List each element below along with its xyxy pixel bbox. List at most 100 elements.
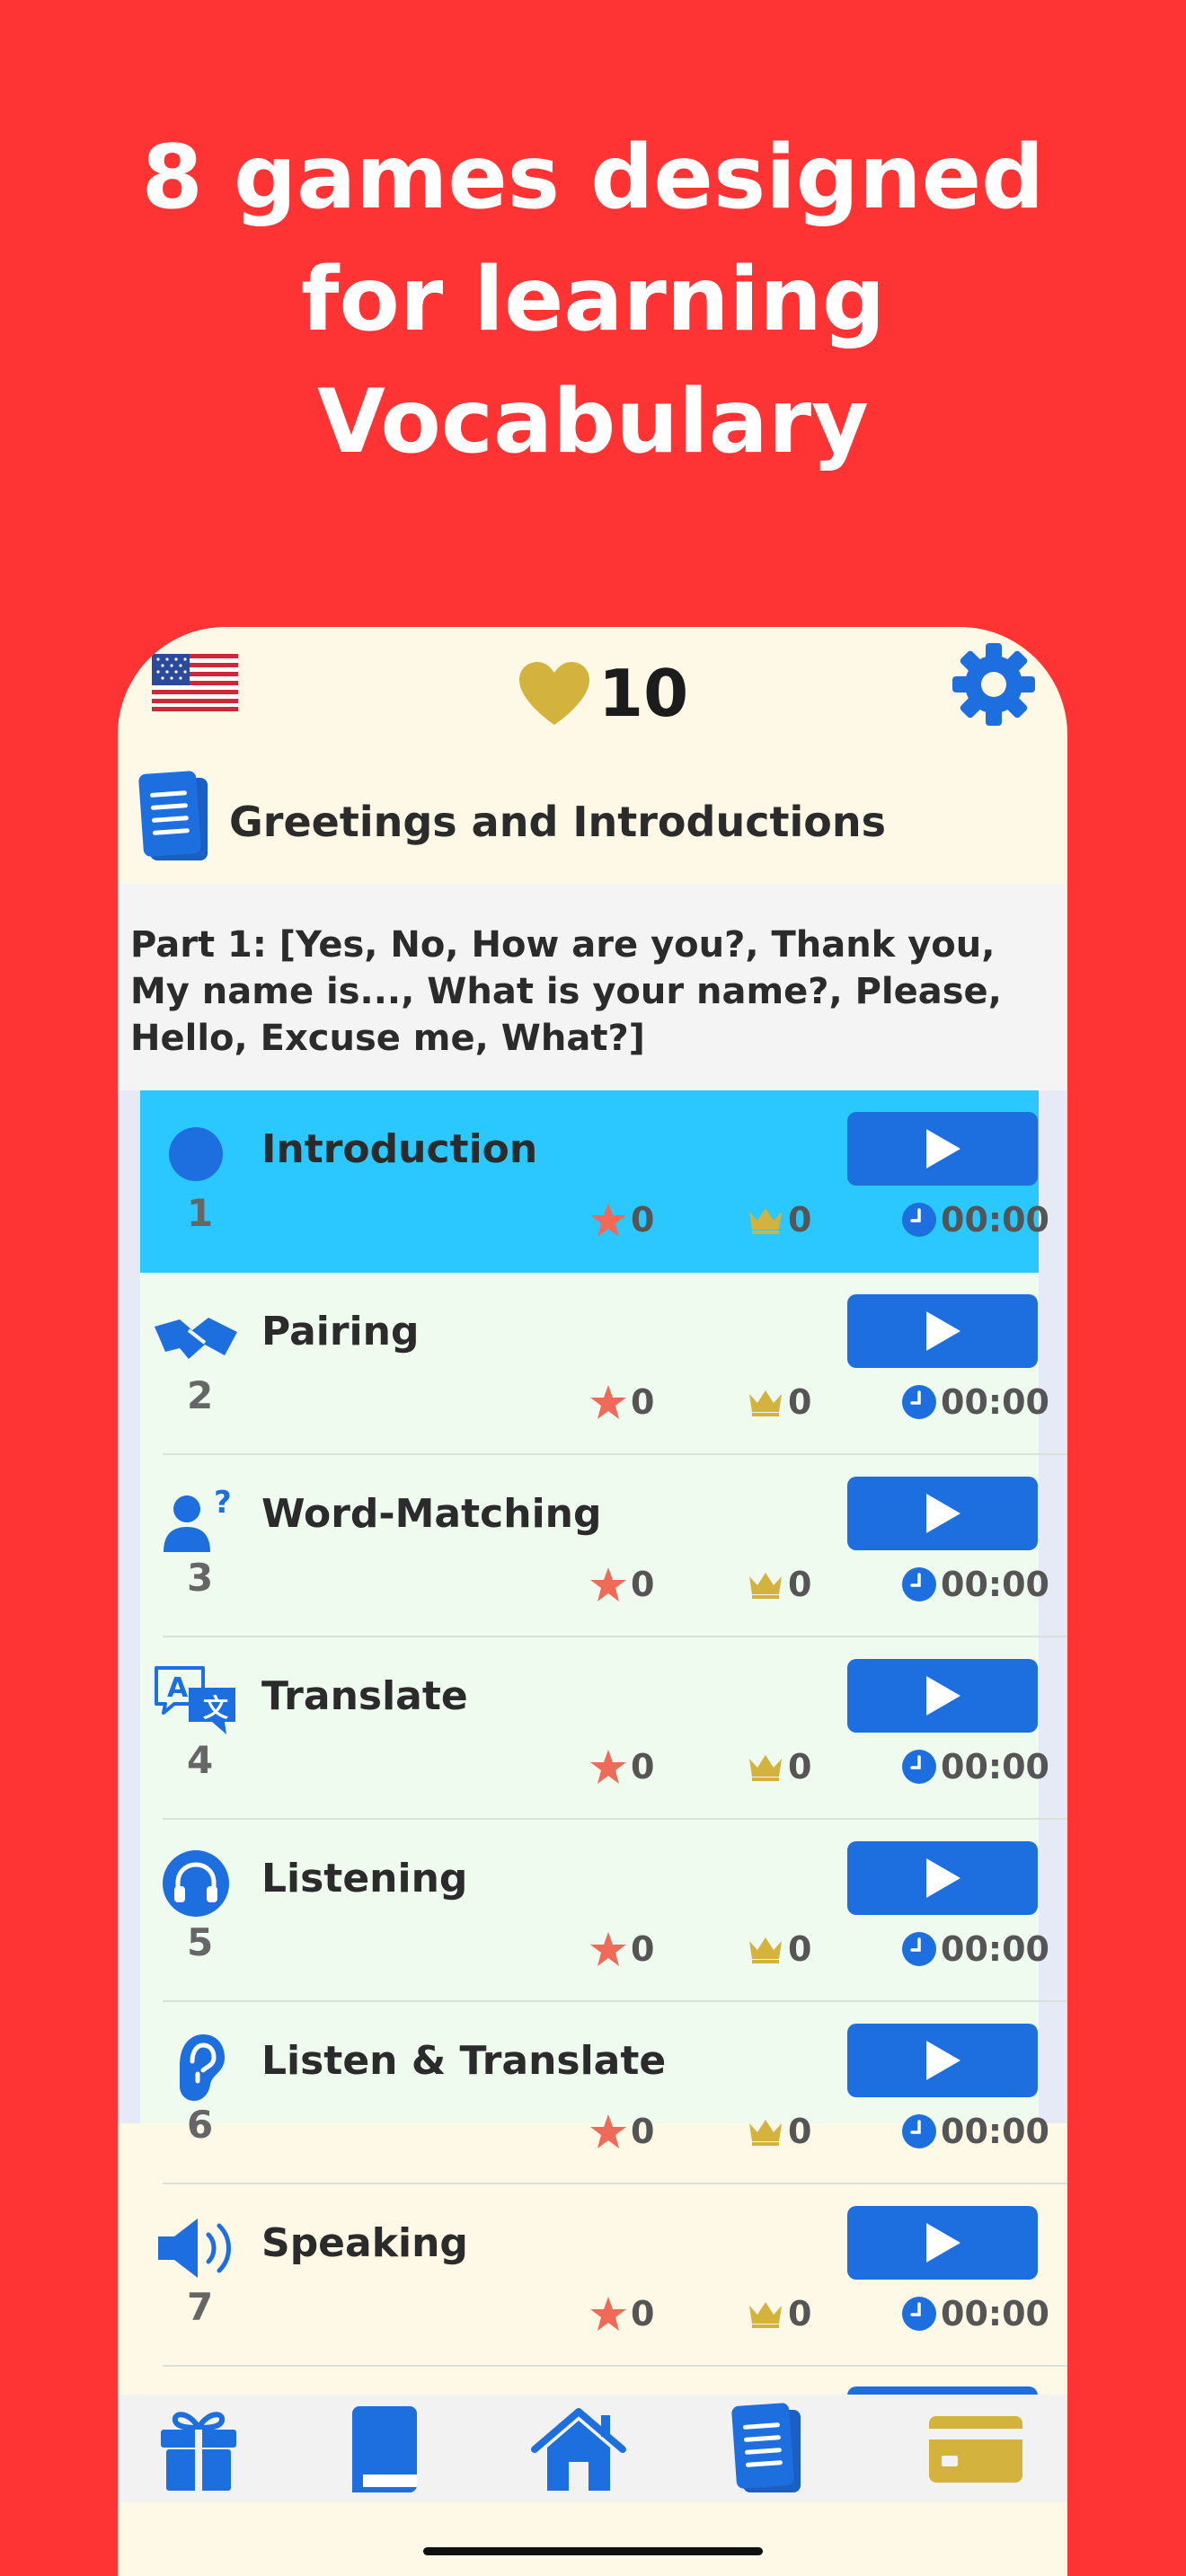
crown-icon (749, 2120, 782, 2146)
document-icon (731, 2403, 801, 2492)
person-question-icon: ? (164, 1485, 232, 1552)
speaker-icon (158, 2219, 231, 2278)
tab-document[interactable] (718, 2400, 817, 2499)
game-number: 7 (187, 2285, 214, 2329)
game-row-listen-translate[interactable]: Listen & Translate 6 0 0 00:00 (140, 2002, 1067, 2184)
crowns-stat: 0 (747, 1200, 811, 1239)
card-icon (929, 2416, 1022, 2483)
tab-card[interactable] (922, 2400, 1030, 2499)
play-button[interactable] (847, 1841, 1038, 1915)
crowns-count: 0 (788, 1565, 812, 1604)
stars-stat: 0 (589, 2294, 654, 2333)
time-value: 00:00 (941, 2294, 1049, 2333)
crowns-stat: 0 (747, 1747, 811, 1786)
document-icon (138, 771, 208, 860)
play-button[interactable] (847, 1659, 1038, 1733)
clock-icon (902, 1203, 936, 1237)
star-icon (590, 2114, 626, 2148)
stars-stat: 0 (589, 2112, 654, 2151)
crowns-count: 0 (788, 1200, 812, 1239)
star-icon (590, 1203, 626, 1237)
crown-icon (749, 1755, 782, 1781)
headline-line-3: Vocabulary (317, 371, 869, 473)
game-row-listening[interactable]: Listening 5 0 0 00:00 (140, 1820, 1067, 2002)
game-number: 4 (187, 1738, 214, 1782)
star-icon (590, 1932, 626, 1966)
game-row-speaking[interactable]: Speaking 7 0 0 00:00 (140, 2184, 1067, 2367)
tab-gift[interactable] (149, 2400, 248, 2499)
game-row-word-matching[interactable]: ? Word-Matching 3 0 0 00:00 (140, 1455, 1067, 1637)
top-bar: 10 (118, 627, 1067, 762)
ear-icon (180, 2034, 225, 2101)
headphones-icon (163, 1850, 229, 1917)
section-header: Greetings and Introductions (118, 762, 1067, 883)
play-icon (926, 2041, 960, 2080)
headline: 8 games designed for learning Vocabulary (0, 117, 1186, 483)
stars-stat: 0 (589, 1382, 654, 1422)
part-text: Part 1: [Yes, No, How are you?, Thank yo… (130, 924, 1002, 1059)
play-icon (926, 1311, 960, 1351)
lives-counter: 10 (518, 656, 688, 731)
stars-count: 0 (631, 2112, 655, 2151)
game-number: 2 (187, 1373, 214, 1417)
svg-text:A: A (167, 1672, 189, 1704)
game-number: 3 (187, 1556, 214, 1600)
game-number: 5 (187, 1920, 214, 1964)
translate-icon: A 文 (155, 1666, 235, 1734)
play-button[interactable] (847, 1112, 1038, 1186)
crowns-count: 0 (788, 2294, 812, 2333)
us-flag-icon[interactable] (152, 654, 238, 711)
heart-icon (519, 662, 589, 725)
headline-line-2: for learning (300, 249, 886, 351)
star-icon (590, 1567, 626, 1601)
stars-count: 0 (631, 1747, 655, 1786)
game-row-pairing[interactable]: Pairing 2 0 0 00:00 (140, 1273, 1067, 1455)
time-stat: 00:00 (901, 1929, 1049, 1969)
part-description: Part 1: [Yes, No, How are you?, Thank yo… (118, 884, 1067, 1090)
tab-home[interactable] (529, 2400, 628, 2499)
game-title: Speaking (261, 2220, 468, 2266)
stars-stat: 0 (589, 1929, 654, 1969)
svg-text:文: 文 (203, 1693, 228, 1723)
gift-icon (161, 2412, 236, 2491)
stars-count: 0 (631, 1565, 655, 1604)
game-title: Translate (261, 1673, 468, 1719)
clock-icon (902, 1750, 936, 1784)
time-value: 00:00 (941, 1382, 1049, 1422)
section-title: Greetings and Introductions (229, 798, 886, 846)
crowns-count: 0 (788, 2112, 812, 2151)
stars-count: 0 (631, 1382, 655, 1422)
clock-icon (902, 1385, 936, 1419)
time-value: 00:00 (941, 2112, 1049, 2151)
phone-screen: 10 Greetings and Introductions Part 1: [… (118, 627, 1067, 2576)
stars-count: 0 (631, 2294, 655, 2333)
time-value: 00:00 (941, 1565, 1049, 1604)
play-icon (926, 1494, 960, 1533)
time-stat: 00:00 (901, 1382, 1049, 1422)
play-button[interactable] (847, 2206, 1038, 2280)
crown-icon (749, 1390, 782, 1416)
gear-icon[interactable] (949, 640, 1039, 729)
play-button[interactable] (847, 1294, 1038, 1368)
tab-book[interactable] (335, 2400, 434, 2499)
game-title: Pairing (261, 1309, 420, 1354)
star-icon (590, 2297, 626, 2331)
game-title: Listen & Translate (261, 2038, 667, 2084)
crowns-count: 0 (788, 1929, 812, 1969)
game-row-translate[interactable]: A 文 Translate 4 0 0 00:00 (140, 1637, 1067, 1820)
game-list: Introduction 1 0 0 00:00 Pairing 2 0 0 0… (118, 1090, 1067, 2422)
home-indicator[interactable] (423, 2547, 763, 2555)
crowns-stat: 0 (747, 2112, 811, 2151)
game-row-introduction[interactable]: Introduction 1 0 0 00:00 (140, 1090, 1049, 1273)
crown-icon (749, 2302, 782, 2328)
time-stat: 00:00 (901, 1200, 1049, 1239)
time-stat: 00:00 (901, 2112, 1049, 2151)
handshake-icon (155, 1318, 237, 1359)
lives-count: 10 (598, 656, 689, 731)
stars-stat: 0 (589, 1200, 654, 1239)
time-value: 00:00 (941, 1929, 1049, 1969)
clock-icon (902, 2297, 936, 2331)
star-icon (590, 1385, 626, 1419)
play-button[interactable] (847, 1477, 1038, 1550)
play-button[interactable] (847, 2024, 1038, 2097)
